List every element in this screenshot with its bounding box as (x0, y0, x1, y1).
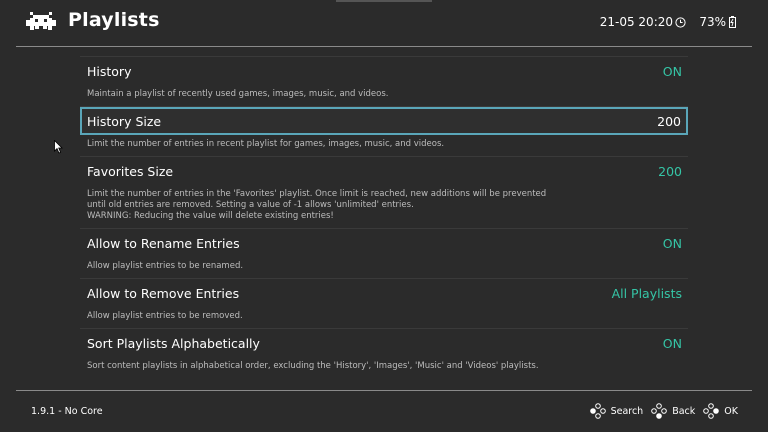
battery-icon (729, 16, 736, 28)
setting-value[interactable]: ON (663, 336, 682, 351)
clock: 21-05 20:20 (600, 15, 686, 29)
settings-list: History ON Maintain a playlist of recent… (80, 56, 688, 378)
version-info: 1.9.1 - No Core (31, 406, 103, 417)
setting-history-size-row[interactable]: History Size 200 (80, 107, 688, 135)
search-action[interactable]: Search (589, 403, 644, 419)
ok-action[interactable]: OK (703, 403, 738, 419)
setting-value[interactable]: All Playlists (612, 286, 682, 301)
ok-label: OK (724, 405, 738, 417)
setting-history-row[interactable]: History ON (80, 57, 688, 85)
setting-value[interactable]: ON (663, 64, 682, 79)
setting-allow-rename-row[interactable]: Allow to Rename Entries ON (80, 229, 688, 257)
setting-label: History (87, 63, 132, 79)
setting-label: Allow to Rename Entries (87, 235, 240, 251)
back-label: Back (672, 405, 696, 417)
gamepad-buttons-icon (703, 403, 720, 419)
setting-history: History ON Maintain a playlist of recent… (80, 56, 688, 106)
retroarch-invader-icon (26, 12, 56, 30)
setting-label: History Size (87, 113, 162, 129)
setting-description: Allow playlist entries to be removed. (87, 311, 243, 321)
back-action[interactable]: Back (651, 403, 695, 419)
setting-label: Sort Playlists Alphabetically (87, 335, 260, 351)
header-divider (16, 46, 752, 47)
battery-text: 73% (699, 15, 726, 29)
setting-label: Favorites Size (87, 163, 174, 179)
setting-description: Sort content playlists in alphabetical o… (87, 361, 539, 371)
setting-value[interactable]: ON (663, 236, 682, 251)
clock-icon (675, 16, 686, 28)
setting-value[interactable]: 200 (657, 114, 681, 129)
setting-sort-playlists-row[interactable]: Sort Playlists Alphabetically ON (80, 329, 688, 357)
setting-favorites-size-row[interactable]: Favorites Size 200 (80, 157, 688, 185)
header: Playlists 21-05 20:20 73% (0, 0, 768, 46)
top-tab-indicator (336, 0, 432, 2)
page-title: Playlists (68, 9, 160, 31)
setting-value[interactable]: 200 (658, 164, 682, 179)
gamepad-buttons-icon (589, 403, 606, 419)
gamepad-buttons-icon (651, 403, 668, 419)
search-label: Search (610, 405, 644, 417)
setting-description: Limit the number of entries in the 'Favo… (87, 189, 547, 221)
setting-allow-remove: Allow to Remove Entries All Playlists Al… (80, 278, 688, 328)
footer-divider (16, 390, 752, 391)
setting-history-size: History Size 200 Limit the number of ent… (80, 106, 688, 156)
setting-allow-remove-row[interactable]: Allow to Remove Entries All Playlists (80, 279, 688, 307)
setting-description: Limit the number of entries in recent pl… (87, 139, 445, 149)
app-window: Playlists 21-05 20:20 73% History ON Mai (0, 0, 768, 432)
setting-allow-rename: Allow to Rename Entries ON Allow playlis… (80, 228, 688, 278)
mouse-cursor-icon (54, 140, 63, 154)
setting-label: Allow to Remove Entries (87, 285, 240, 301)
battery-status: 73% (699, 15, 736, 29)
setting-description: Allow playlist entries to be renamed. (87, 261, 244, 271)
setting-favorites-size: Favorites Size 200 Limit the number of e… (80, 156, 688, 228)
setting-sort-playlists: Sort Playlists Alphabetically ON Sort co… (80, 328, 688, 378)
setting-description: Maintain a playlist of recently used gam… (87, 89, 389, 99)
footer-actions: Search Back OK (589, 403, 738, 419)
clock-text: 21-05 20:20 (599, 15, 673, 29)
